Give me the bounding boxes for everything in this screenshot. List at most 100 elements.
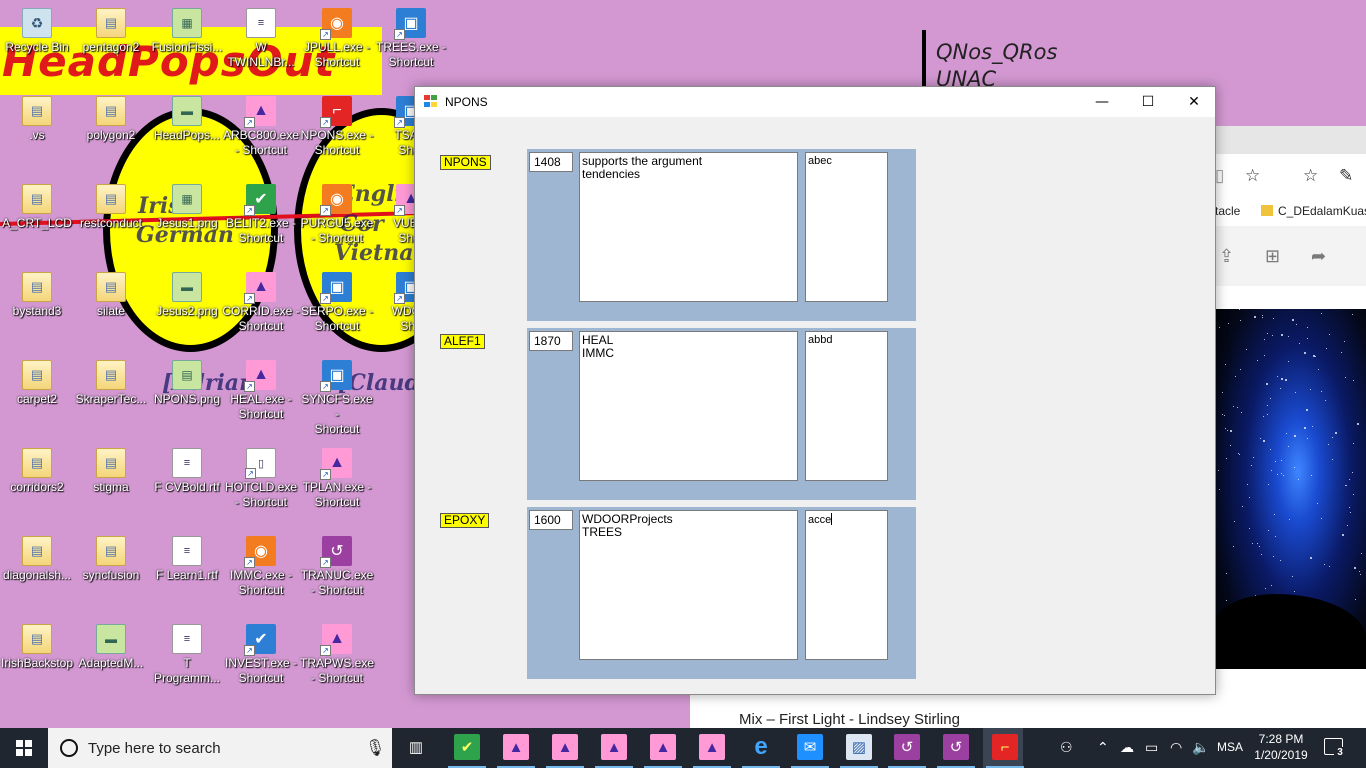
maximize-button[interactable]: ☐ (1125, 87, 1171, 117)
pen-icon[interactable]: ✎ (1339, 166, 1353, 186)
purple-app-icon-5[interactable]: ▲ (699, 734, 725, 760)
desktop-icon[interactable]: ≡ T Programm... (148, 624, 226, 686)
desktop-icon[interactable]: ▤ NPONS.png (148, 360, 226, 407)
desktop-icon[interactable]: ▣ ↗ TREES.exe - Shortcut (372, 8, 450, 70)
desktop-icon[interactable]: ↺ ↗ TRANUC.exe - Shortcut (298, 536, 376, 598)
photos-app-icon[interactable]: ▨ (846, 734, 872, 760)
desktop-icon[interactable]: ▦ FusionFissi... (148, 8, 226, 55)
star (1271, 585, 1272, 586)
desktop-icon[interactable]: ▤ syncfusion (72, 536, 150, 583)
battery-icon[interactable]: ▭ (1145, 740, 1158, 756)
desktop-icon[interactable]: ▤ A_CRT_LCD (0, 184, 76, 231)
microphone-icon[interactable]: 🎙 (365, 738, 385, 758)
star (1277, 376, 1278, 377)
desktop-icon[interactable]: ▲ ↗ TPLAN.exe - Shortcut (298, 448, 376, 510)
input-language[interactable]: MSA (1217, 740, 1243, 754)
desktop-icon[interactable]: ◉ ↗ JPULL.exe - Shortcut (298, 8, 376, 70)
code-value: abec (808, 155, 832, 167)
minimize-button[interactable]: — (1079, 87, 1125, 117)
grid-icon[interactable]: ⊞ (1265, 246, 1280, 267)
belit-app-icon[interactable]: ✔ (454, 734, 480, 760)
desktop-icon[interactable]: ▤ carpet2 (0, 360, 76, 407)
desktop-icon[interactable]: ▤ bystand3 (0, 272, 76, 319)
desktop-icon[interactable]: ▬ HeadPops... (148, 96, 226, 143)
purple-app-icon-3[interactable]: ▲ (601, 734, 627, 760)
video-title[interactable]: Mix – First Light - Lindsey Stirling (739, 711, 960, 728)
purple-app-icon-2[interactable]: ▲ (552, 734, 578, 760)
app-exe-icon: ◉ ↗ (244, 536, 276, 568)
desktop-icon[interactable]: ▲ ↗ TRAPWS.exe - Shortcut (298, 624, 376, 686)
desktop-icon[interactable]: ▤ SkraperTec... (72, 360, 150, 407)
desktop-icon[interactable]: ◉ ↗ IMMC.exe - Shortcut (222, 536, 300, 598)
edge-browser-icon[interactable]: e (748, 733, 774, 760)
close-button[interactable]: ✕ (1171, 87, 1217, 117)
desktop-icon[interactable]: ▤ stigma (72, 448, 150, 495)
messenger-icon[interactable]: ✉ (797, 734, 823, 760)
desktop-icon-label: TRANUC.exe - Shortcut (300, 568, 374, 597)
favorite-star-icon[interactable]: ☆ (1245, 166, 1260, 186)
video-thumbnail[interactable] (1215, 309, 1366, 669)
reading-view-icon[interactable]: ▯ (1215, 166, 1224, 186)
number-field[interactable]: 1870 (529, 331, 573, 351)
notes-textarea[interactable]: supports the argument tendencies (579, 152, 798, 302)
desktop-icon[interactable]: ▤ pentagon2 (72, 8, 150, 55)
desktop-icon[interactable]: ▤ polygon2 (72, 96, 150, 143)
purple-app-icon-1[interactable]: ▲ (503, 734, 529, 760)
search-box[interactable]: Type here to search 🎙 (48, 728, 392, 768)
task-view-icon[interactable]: ▥ (403, 734, 429, 760)
desktop-icon[interactable]: ▤ .vs (0, 96, 76, 143)
number-field[interactable]: 1600 (529, 510, 573, 530)
npons-app-icon[interactable]: ⌐ (992, 734, 1018, 760)
desktop-icon[interactable]: ▤ IrishBackstop (0, 624, 76, 671)
code-textarea[interactable]: acce (805, 510, 888, 660)
favorites-list-icon[interactable]: ☆ (1303, 166, 1318, 186)
desktop-icon-label: FusionFissi... (151, 40, 223, 54)
star (1285, 379, 1287, 381)
desktop-icon[interactable]: ⌐ ↗ NPONS.exe - Shortcut (298, 96, 376, 158)
star (1225, 364, 1226, 365)
code-textarea[interactable]: abbd (805, 331, 888, 481)
purple-app-icon-4[interactable]: ▲ (650, 734, 676, 760)
upload-icon[interactable]: ⇪ (1219, 246, 1234, 267)
desktop-icon[interactable]: ▬ AdaptedM... (72, 624, 150, 671)
desktop-icon[interactable]: ▲ ↗ CORRID.exe - Shortcut (222, 272, 300, 334)
desktop-icon[interactable]: ≡ F CVBold.rtf (148, 448, 226, 495)
notes-textarea[interactable]: HEAL IMMC (579, 331, 798, 481)
desktop-icon[interactable]: ▯ ↗ HOTCLD.exe - Shortcut (222, 448, 300, 510)
tranuc-app-icon-1[interactable]: ↺ (894, 734, 920, 760)
show-hidden-icons-chevron-icon[interactable]: ⌃ (1097, 740, 1109, 756)
star (1281, 378, 1283, 380)
wifi-icon[interactable]: ◠ (1170, 740, 1182, 756)
desktop-icon[interactable]: ▣ ↗ SYNCFS.exe - Shortcut (298, 360, 376, 437)
star (1332, 437, 1333, 438)
desktop-icon[interactable]: ▤ restconduct (72, 184, 150, 231)
desktop-icon[interactable]: ≡ F Learn1.rtf (148, 536, 226, 583)
favorite-folder[interactable]: C_DEdalamKuas (1261, 204, 1366, 218)
notes-textarea[interactable]: WDOORProjects TREES (579, 510, 798, 660)
desktop-icon[interactable]: ◉ ↗ PURGU5.exe - Shortcut (298, 184, 376, 246)
start-button[interactable] (0, 728, 48, 768)
desktop-icon[interactable]: ▤ corridors2 (0, 448, 76, 495)
number-field[interactable]: 1408 (529, 152, 573, 172)
window-titlebar[interactable]: NPONS — ☐ ✕ (415, 87, 1215, 117)
npons-window[interactable]: NPONS — ☐ ✕ NPONS 1408 supports the argu… (414, 86, 1216, 695)
people-icon[interactable]: ⚇ (1060, 740, 1073, 756)
tranuc-app-icon-2[interactable]: ↺ (943, 734, 969, 760)
star (1346, 485, 1347, 486)
share-icon[interactable]: ➦ (1311, 246, 1326, 267)
cloud-sync-icon[interactable]: ☁ (1120, 740, 1134, 756)
desktop-icon[interactable]: ♻ Recycle Bin (0, 8, 76, 55)
desktop-icon[interactable]: ▲ ↗ ARBC800.exe - Shortcut (222, 96, 300, 158)
desktop-icon[interactable]: ▤ diagonalsh... (0, 536, 76, 583)
desktop-icon[interactable]: ≡ W TWINLNBr... (222, 8, 300, 70)
desktop-icon[interactable]: ▦ Jesus1.png (148, 184, 226, 231)
desktop-icon[interactable]: ▤ silate (72, 272, 150, 319)
desktop-icon[interactable]: ▬ Jesus2.png (148, 272, 226, 319)
volume-icon[interactable]: 🔈 (1192, 740, 1209, 756)
desktop-icon[interactable]: ▲ ↗ HEAL.exe - Shortcut (222, 360, 300, 422)
desktop-icon[interactable]: ▣ ↗ SERPO.exe - Shortcut (298, 272, 376, 334)
desktop-icon[interactable]: ✔ ↗ INVEST.exe - Shortcut (222, 624, 300, 686)
clock[interactable]: 7:28 PM 1/20/2019 (1254, 731, 1308, 763)
desktop-icon[interactable]: ✔ ↗ BELIT2.exe - Shortcut (222, 184, 300, 246)
code-textarea[interactable]: abec (805, 152, 888, 302)
